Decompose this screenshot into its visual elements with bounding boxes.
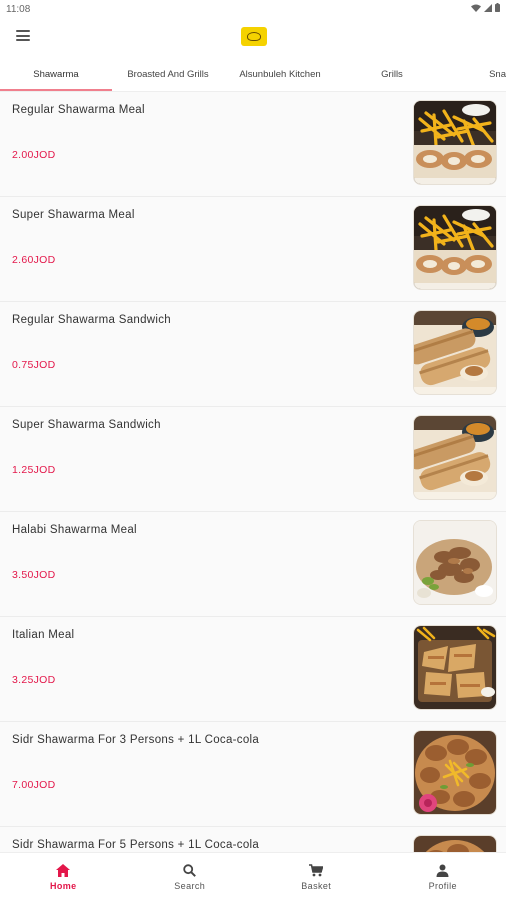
item-name: Regular Shawarma Meal <box>12 104 145 116</box>
product-image <box>414 206 496 289</box>
item-price: 3.25JOD <box>12 674 56 686</box>
nav-search[interactable]: Search <box>127 853 254 900</box>
bottom-nav: Home Search Basket Profile <box>0 852 506 900</box>
status-bar: 11:08 <box>0 0 506 18</box>
item-name: Super Shawarma Sandwich <box>12 419 161 431</box>
tab-grills[interactable]: Grills <box>336 69 448 91</box>
product-image <box>414 311 496 394</box>
list-item[interactable]: Regular Shawarma Sandwich 0.75JOD <box>0 302 506 407</box>
item-name: Italian Meal <box>12 629 75 641</box>
product-image <box>414 731 496 814</box>
item-name: Halabi Shawarma Meal <box>12 524 137 536</box>
product-image <box>414 836 496 852</box>
item-price: 0.75JOD <box>12 359 56 371</box>
item-price: 1.25JOD <box>12 464 56 476</box>
search-icon <box>183 863 197 878</box>
product-list: Regular Shawarma Meal 2.00JOD Super Shawa… <box>0 92 506 852</box>
product-image <box>414 626 496 709</box>
nav-profile[interactable]: Profile <box>380 853 506 900</box>
item-name: Super Shawarma Meal <box>12 209 135 221</box>
list-item[interactable]: Regular Shawarma Meal 2.00JOD <box>0 92 506 197</box>
list-item[interactable]: Super Shawarma Sandwich 1.25JOD <box>0 407 506 512</box>
nav-home[interactable]: Home <box>0 853 127 900</box>
list-item[interactable]: Sidr Shawarma For 5 Persons + 1L Coca-co… <box>0 827 506 852</box>
item-price: 3.50JOD <box>12 569 56 581</box>
person-icon <box>436 863 449 878</box>
item-price: 2.00JOD <box>12 149 56 161</box>
cart-icon <box>309 863 324 878</box>
app-bar <box>0 18 506 56</box>
product-image <box>414 521 496 604</box>
signal-icon <box>484 3 492 15</box>
menu-icon[interactable] <box>16 30 30 41</box>
list-item[interactable]: Sidr Shawarma For 3 Persons + 1L Coca-co… <box>0 722 506 827</box>
category-tabs: Shawarma Broasted And Grills Alsunbuleh … <box>0 56 506 92</box>
product-image <box>414 101 496 184</box>
home-icon <box>56 863 71 878</box>
brand-logo <box>241 27 267 46</box>
nav-basket[interactable]: Basket <box>253 853 380 900</box>
item-name: Sidr Shawarma For 5 Persons + 1L Coca-co… <box>12 839 260 851</box>
item-name: Sidr Shawarma For 3 Persons + 1L Coca-co… <box>12 734 260 746</box>
tab-snacks[interactable]: Sna <box>448 69 506 91</box>
wifi-icon <box>471 4 481 15</box>
list-item[interactable]: Super Shawarma Meal 2.60JOD <box>0 197 506 302</box>
item-name: Regular Shawarma Sandwich <box>12 314 171 326</box>
battery-icon <box>495 3 500 15</box>
status-icons <box>471 3 500 15</box>
status-time: 11:08 <box>6 3 31 15</box>
item-price: 7.00JOD <box>12 779 56 791</box>
item-price: 2.60JOD <box>12 254 56 266</box>
tab-shawarma[interactable]: Shawarma <box>0 69 112 91</box>
list-item[interactable]: Halabi Shawarma Meal 3.50JOD <box>0 512 506 617</box>
tab-alsunbuleh-kitchen[interactable]: Alsunbuleh Kitchen <box>224 69 336 91</box>
list-item[interactable]: Italian Meal 3.25JOD <box>0 617 506 722</box>
tab-broasted-and-grills[interactable]: Broasted And Grills <box>112 69 224 91</box>
product-image <box>414 416 496 499</box>
